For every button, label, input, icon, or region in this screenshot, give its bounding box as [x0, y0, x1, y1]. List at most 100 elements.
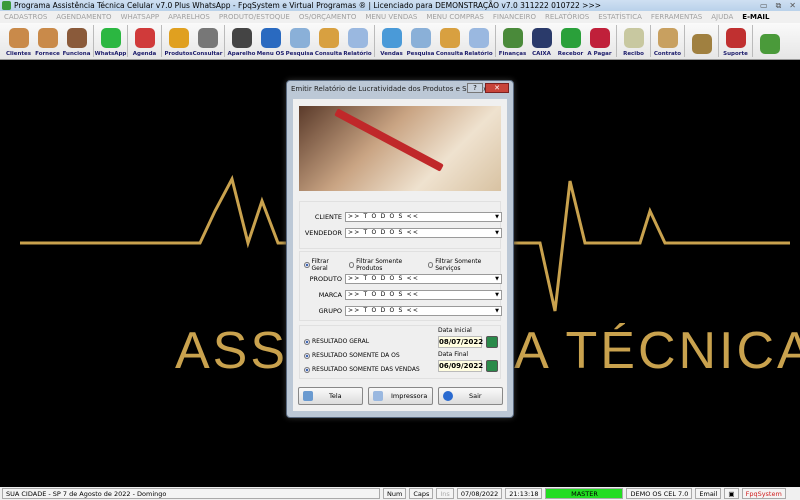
status-brand: FpqSystem — [741, 488, 786, 499]
toolbar-button-relat-rio[interactable]: Relatório — [343, 24, 372, 59]
tela-button[interactable]: Tela — [298, 387, 363, 405]
data-final-label: Data Final — [438, 351, 469, 358]
printer-icon — [373, 391, 383, 401]
toolbar-label: Agenda — [132, 51, 157, 57]
toolbar-label: Fornece — [35, 51, 60, 57]
status-date: 07/08/2022 — [456, 488, 503, 499]
toolbar-separator — [752, 25, 753, 57]
toolbar-button-recebor[interactable]: Recebor — [556, 24, 585, 59]
toolbar-button-vendas[interactable]: Vendas — [377, 24, 406, 59]
grupo-select[interactable]: >> T O D O S << ▼ — [345, 306, 502, 316]
menu-relat-rios[interactable]: RELATÓRIOS — [545, 11, 589, 23]
toolbar-label: Finanças — [498, 51, 527, 57]
toolbar-button-contrato[interactable]: Contrato — [653, 24, 682, 59]
toolbar-button-pesquisa[interactable]: Pesquisa — [406, 24, 435, 59]
toolbar-button-relat-rio[interactable]: Relatório — [464, 24, 493, 59]
menu-bar: CADASTROS AGENDAMENTO WHATSAPP APARELHOS PRO… — [0, 11, 800, 23]
menu-e-mail[interactable]: E-MAIL — [742, 11, 769, 23]
status-caps: Caps — [409, 488, 434, 499]
toolbar-button-consultar[interactable]: Consultar — [193, 24, 222, 59]
filter-geral-radio[interactable]: Filtrar Geral — [304, 258, 343, 272]
filter-produtos-radio[interactable]: Filtrar Somente Produtos — [348, 258, 422, 272]
data-final-field[interactable]: 06/09/2022 — [438, 360, 483, 372]
grupo-label: GRUPO — [318, 307, 342, 315]
toolbar-button-recibo[interactable]: Recibo — [619, 24, 648, 59]
toolbar-button-menu-os[interactable]: Menu OS — [256, 24, 285, 59]
calendar-icon[interactable] — [486, 336, 498, 348]
produto-select[interactable]: >> T O D O S << ▼ — [345, 274, 502, 284]
impressora-button[interactable]: Impressora — [368, 387, 433, 405]
toolbar-button-funciona[interactable]: Funciona — [62, 24, 91, 59]
calendar-icon[interactable] — [486, 360, 498, 372]
menu-financeiro[interactable]: FINANCEIRO — [493, 11, 536, 23]
status-database: DEMO OS CEL 7.0 — [626, 488, 693, 499]
result-geral-radio[interactable]: RESULTADO GERAL — [304, 338, 369, 345]
toolbar-label: Recibo — [623, 51, 644, 57]
dollar-green-icon — [560, 28, 581, 48]
window-title: Programa Assistência Técnica Celular v7.… — [14, 1, 602, 10]
toolbar-button-coins[interactable] — [687, 24, 716, 59]
data-inicial-field[interactable]: 08/07/2022 — [438, 336, 483, 348]
toolbar-button-agenda[interactable]: Agenda — [130, 24, 159, 59]
toolbar-button-produtos[interactable]: Produtos — [164, 24, 193, 59]
status-city-date: SUA CIDADE - SP 7 de Agosto de 2022 - Do… — [2, 488, 380, 499]
menu-estat-stica[interactable]: ESTATÍSTICA — [598, 11, 642, 23]
result-os-radio[interactable]: RESULTADO SOMENTE DA OS — [304, 352, 400, 359]
menu-whatsapp[interactable]: WHATSAPP — [121, 11, 160, 23]
toolbar-button-exit[interactable] — [755, 24, 784, 59]
filter-servicos-radio[interactable]: Filtrar Somente Serviços — [427, 258, 500, 272]
produto-label: PRODUTO — [309, 275, 342, 283]
clients-icon — [8, 28, 29, 48]
help-button[interactable]: ? — [467, 83, 483, 93]
marca-select[interactable]: >> T O D O S << ▼ — [345, 290, 502, 300]
menu-cadastros[interactable]: CADASTROS — [4, 11, 47, 23]
menu-agendamento[interactable]: AGENDAMENTO — [56, 11, 111, 23]
toolbar-label: Produtos — [164, 51, 193, 57]
minimize-button[interactable]: ▭ — [760, 0, 768, 11]
toolbar-label: Aparelho — [227, 51, 256, 57]
toolbar-label: Menu OS — [256, 51, 285, 57]
toolbar: Clientes Fornece Funciona WhatsApp Agenda Pro… — [0, 23, 800, 60]
toolbar-button-consulta[interactable]: Consulta — [314, 24, 343, 59]
toolbar-label: Contrato — [653, 51, 682, 57]
menu-aparelhos[interactable]: APARELHOS — [168, 11, 210, 23]
menu-ajuda[interactable]: AJUDA — [711, 11, 733, 23]
status-email[interactable]: Email — [695, 488, 722, 499]
result-vendas-radio[interactable]: RESULTADO SOMENTE DAS VENDAS — [304, 366, 420, 373]
toolbar-separator — [161, 25, 162, 57]
vendedor-select[interactable]: >> T O D O S << ▼ — [345, 228, 502, 238]
contract-scroll-icon — [657, 28, 678, 48]
toolbar-button-suporte[interactable]: Suporte — [721, 24, 750, 59]
menu-menu-compras[interactable]: MENU COMPRAS — [426, 11, 484, 23]
toolbar-label: Suporte — [723, 51, 748, 57]
maximize-button[interactable]: ⧉ — [776, 0, 782, 11]
menu-os-or-amento[interactable]: OS/ORÇAMENTO — [299, 11, 357, 23]
toolbar-separator — [224, 25, 225, 57]
cliente-select[interactable]: >> T O D O S << ▼ — [345, 212, 502, 222]
toolbar-label: A Pagar — [587, 51, 612, 57]
toolbar-button-whatsapp[interactable]: WhatsApp — [95, 24, 126, 59]
toolbar-button-fornece[interactable]: Fornece — [33, 24, 62, 59]
menu-menu-vendas[interactable]: MENU VENDAS — [365, 11, 417, 23]
toolbar-button-pesquisa[interactable]: Pesquisa — [285, 24, 314, 59]
toolbar-separator — [718, 25, 719, 57]
toolbar-button-a-pagar[interactable]: A Pagar — [585, 24, 614, 59]
toolbar-button-clientes[interactable]: Clientes — [4, 24, 33, 59]
data-inicial-label: Data Inicial — [438, 327, 472, 334]
sair-button[interactable]: Sair — [438, 387, 503, 405]
menu-produto-estoque[interactable]: PRODUTO/ESTOQUE — [219, 11, 290, 23]
toolbar-button-caixa[interactable]: CAIXA — [527, 24, 556, 59]
status-user: MASTER — [545, 488, 624, 499]
close-button[interactable]: ✕ — [789, 0, 796, 11]
toolbar-button-aparelho[interactable]: Aparelho — [227, 24, 256, 59]
menu-ferramentas[interactable]: FERRAMENTAS — [651, 11, 702, 23]
arrow-right-icon — [443, 391, 453, 401]
dialog-close-button[interactable]: ✕ — [485, 83, 509, 93]
toolbar-button-finan-as[interactable]: Finanças — [498, 24, 527, 59]
toolbar-separator — [495, 25, 496, 57]
chevron-down-icon: ▼ — [495, 276, 499, 282]
toolbar-button-consulta[interactable]: Consulta — [435, 24, 464, 59]
app-icon — [2, 1, 11, 10]
products-icon — [168, 28, 189, 48]
toolbar-label: Consulta — [314, 51, 343, 57]
